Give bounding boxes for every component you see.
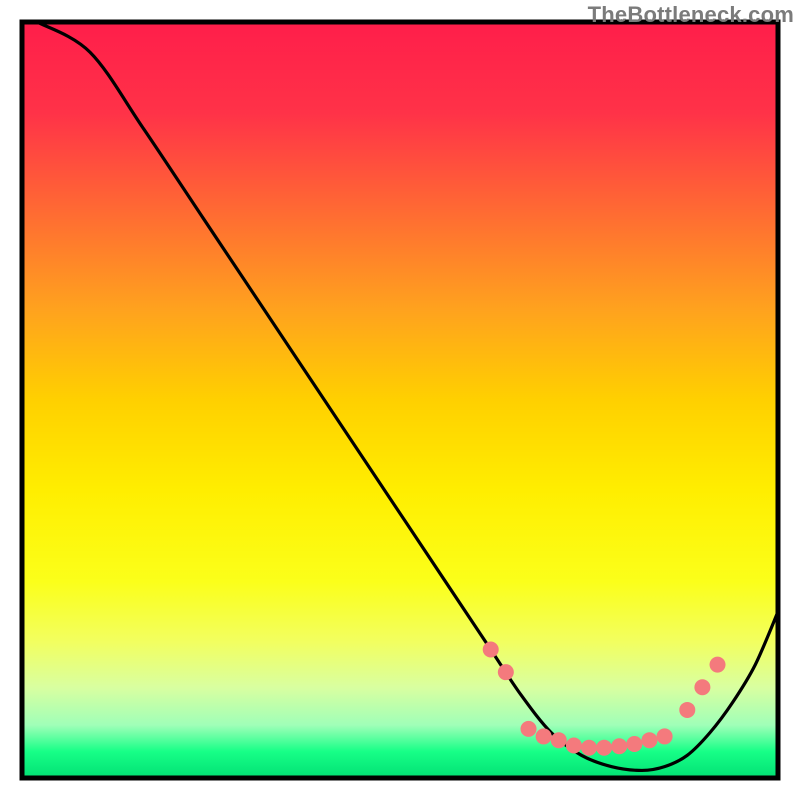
highlight-dot bbox=[626, 736, 642, 752]
highlight-dot bbox=[679, 702, 695, 718]
highlight-dot bbox=[566, 737, 582, 753]
highlight-dot bbox=[536, 728, 552, 744]
highlight-dot bbox=[483, 641, 499, 657]
highlight-dot bbox=[641, 732, 657, 748]
highlight-dot bbox=[694, 679, 710, 695]
highlight-dot bbox=[551, 732, 567, 748]
watermark-text: TheBottleneck.com bbox=[588, 2, 794, 28]
highlight-dot bbox=[521, 721, 537, 737]
plot-background bbox=[22, 22, 778, 778]
highlight-dot bbox=[611, 738, 627, 754]
highlight-dot bbox=[596, 740, 612, 756]
bottleneck-chart bbox=[0, 0, 800, 800]
highlight-dot bbox=[581, 740, 597, 756]
highlight-dot bbox=[657, 728, 673, 744]
highlight-dot bbox=[710, 657, 726, 673]
highlight-dot bbox=[498, 664, 514, 680]
chart-stage: TheBottleneck.com bbox=[0, 0, 800, 800]
